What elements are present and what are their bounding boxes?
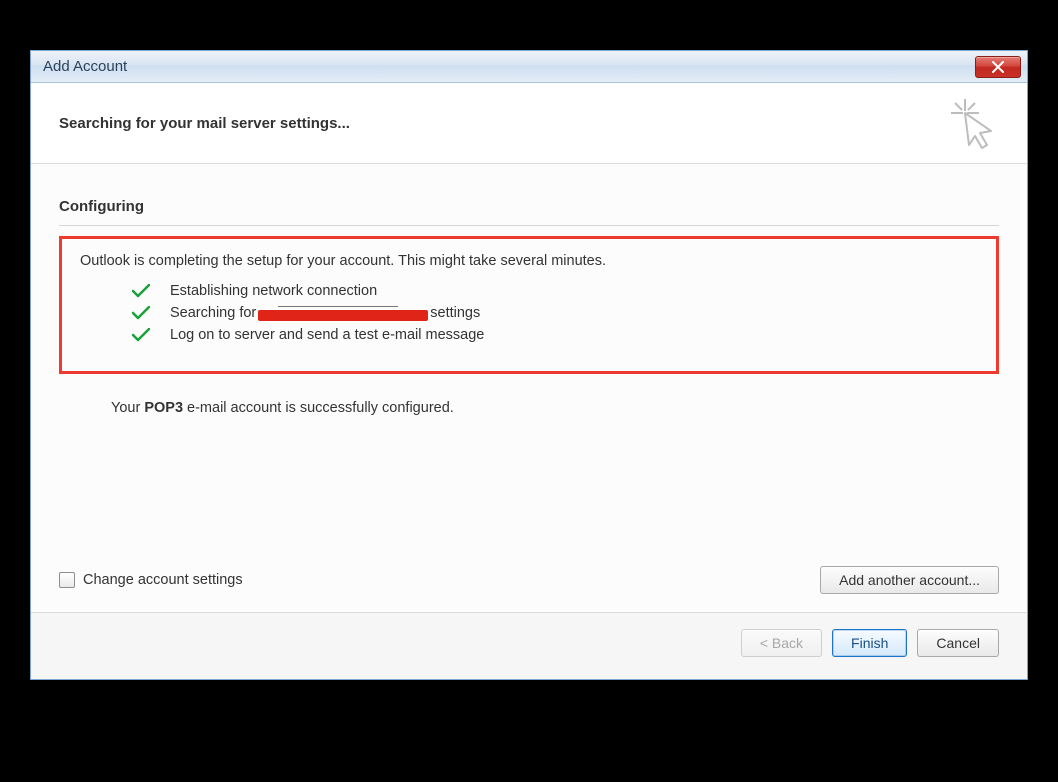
window-title: Add Account [43, 58, 127, 75]
wizard-header: Searching for your mail server settings.… [31, 83, 1027, 164]
add-another-account-button[interactable]: Add another account... [820, 566, 999, 594]
wizard-footer: < Back Finish Cancel [31, 612, 1027, 679]
close-button[interactable] [975, 56, 1021, 78]
step-label-prefix: Searching for [170, 305, 256, 321]
success-suffix: e-mail account is successfully configure… [183, 400, 454, 416]
intro-text: Outlook is completing the setup for your… [80, 253, 978, 269]
check-icon [132, 284, 154, 298]
cancel-button[interactable]: Cancel [917, 629, 999, 657]
step-network: Establishing network connection [132, 283, 978, 299]
progress-highlight-box: Outlook is completing the setup for your… [59, 236, 999, 374]
step-search-settings: Searching for settings [132, 305, 978, 321]
add-account-dialog: Add Account Searching for your mail serv… [30, 50, 1028, 680]
success-message: Your POP3 e-mail account is successfully… [59, 400, 999, 416]
divider [59, 225, 999, 226]
check-icon [132, 306, 154, 320]
step-label-suffix: settings [430, 305, 480, 321]
success-prefix: Your [111, 400, 144, 416]
wizard-header-title: Searching for your mail server settings.… [59, 115, 350, 132]
progress-steps: Establishing network connection Searchin… [80, 283, 978, 343]
options-row: Change account settings Add another acco… [59, 566, 999, 612]
back-button[interactable]: < Back [741, 629, 822, 657]
checkbox-icon [59, 572, 75, 588]
step-logon-test: Log on to server and send a test e-mail … [132, 327, 978, 343]
cursor-sparkle-icon [947, 97, 999, 149]
change-account-settings-checkbox[interactable]: Change account settings [59, 572, 243, 588]
redacted-email [258, 310, 428, 321]
close-icon [991, 61, 1005, 73]
protocol-label: POP3 [144, 400, 183, 416]
step-label: Establishing network connection [170, 283, 377, 299]
configuring-label: Configuring [59, 198, 999, 215]
wizard-content: Configuring Outlook is completing the se… [31, 164, 1027, 612]
titlebar: Add Account [31, 51, 1027, 83]
check-icon [132, 328, 154, 342]
checkbox-label: Change account settings [83, 572, 243, 588]
finish-button[interactable]: Finish [832, 629, 907, 657]
step-label: Log on to server and send a test e-mail … [170, 327, 484, 343]
